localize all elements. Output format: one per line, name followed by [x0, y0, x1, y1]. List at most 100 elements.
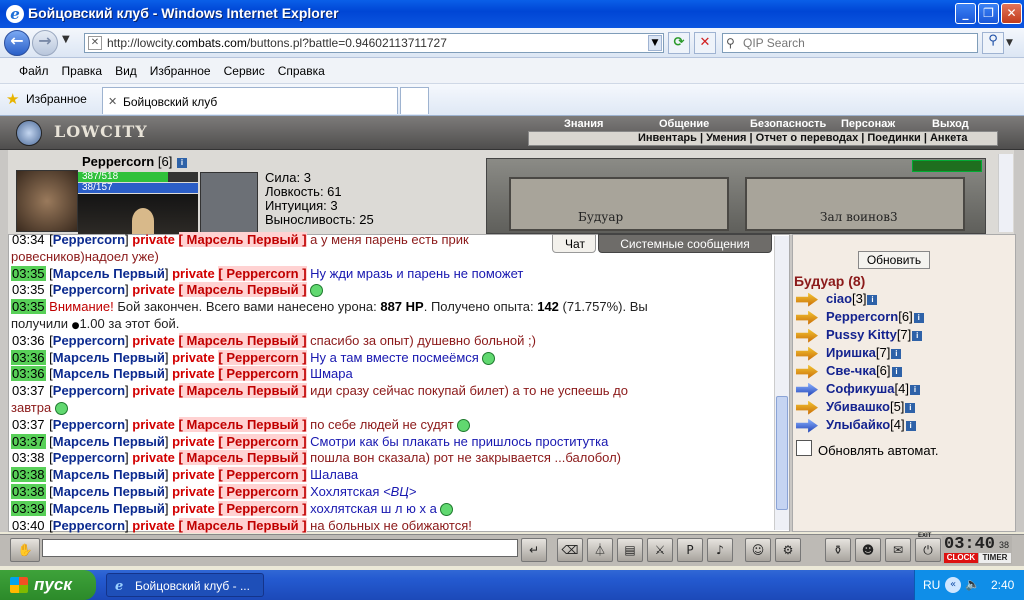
menu-favorites[interactable]: Избранное: [150, 64, 211, 78]
message-recipient[interactable]: [ Peppercorn ]: [218, 467, 307, 483]
save-log-icon[interactable]: ▤: [617, 538, 643, 562]
forward-button[interactable]: →: [32, 30, 58, 56]
game-menu-exit[interactable]: Выход: [932, 118, 969, 131]
maximize-button[interactable]: ❐: [978, 3, 999, 24]
user-arrow-icon[interactable]: [796, 328, 818, 343]
user-name[interactable]: ciao: [826, 291, 852, 306]
refresh-icon[interactable]: ⟳: [668, 32, 690, 54]
smiles-icon[interactable]: ☺: [745, 538, 771, 562]
menu-file[interactable]: Файл: [19, 64, 49, 78]
address-bar[interactable]: http://lowcity.combats.com/buttons.pl?ba…: [84, 33, 664, 53]
user-arrow-icon[interactable]: [796, 346, 818, 361]
message-sender[interactable]: Марсель Первый: [53, 501, 165, 516]
message-sender[interactable]: Марсель Первый: [53, 467, 165, 482]
message-sender[interactable]: Peppercorn: [53, 282, 125, 297]
message-recipient[interactable]: [ Peppercorn ]: [218, 349, 307, 365]
message-recipient[interactable]: [ Марсель Первый ]: [178, 517, 307, 533]
message-recipient[interactable]: [ Peppercorn ]: [218, 366, 307, 382]
start-button[interactable]: пуск: [0, 570, 96, 600]
message-recipient[interactable]: [ Peppercorn ]: [218, 265, 307, 281]
user-info-icon[interactable]: i: [909, 384, 920, 395]
user-list-item[interactable]: Софикуша[4] i: [796, 381, 920, 397]
friends-icon[interactable]: ✉: [885, 538, 911, 562]
address-dropdown-icon[interactable]: ▼: [648, 35, 662, 51]
character-icon[interactable]: ☻: [855, 538, 881, 562]
fight-icon[interactable]: ⚔: [647, 538, 673, 562]
search-go-button[interactable]: ⚲: [982, 32, 1004, 54]
user-list-item[interactable]: Све-чка[6] i: [796, 363, 902, 379]
user-arrow-icon[interactable]: [796, 364, 818, 379]
message-recipient[interactable]: [ Peppercorn ]: [218, 484, 307, 499]
message-recipient[interactable]: [ Марсель Первый ]: [178, 450, 307, 466]
message-sender[interactable]: Peppercorn: [53, 450, 125, 465]
chat-scrollbar[interactable]: [774, 236, 789, 530]
menu-tools[interactable]: Сервис: [224, 64, 265, 78]
tray-arrow-icon[interactable]: «: [945, 577, 961, 593]
message-sender[interactable]: Марсель Первый: [53, 266, 165, 281]
user-list-item[interactable]: Улыбайко[4] i: [796, 417, 916, 433]
message-sender[interactable]: Марсель Первый: [53, 366, 165, 381]
menu-edit[interactable]: Правка: [62, 64, 103, 78]
auto-refresh-checkbox[interactable]: [796, 440, 812, 456]
minimize-button[interactable]: _: [955, 3, 976, 24]
user-arrow-icon[interactable]: [796, 310, 818, 325]
message-sender[interactable]: Peppercorn: [53, 417, 125, 432]
scene-sign-boudoir[interactable]: Будуар: [578, 210, 623, 224]
back-button[interactable]: ←: [4, 30, 30, 56]
message-recipient[interactable]: [ Марсель Первый ]: [178, 232, 307, 247]
message-recipient[interactable]: [ Марсель Первый ]: [178, 282, 307, 298]
game-menu-character[interactable]: Персонаж: [841, 118, 895, 131]
stop-icon[interactable]: ✕: [694, 32, 716, 54]
message-recipient[interactable]: [ Марсель Первый ]: [178, 416, 307, 432]
message-recipient[interactable]: [ Марсель Первый ]: [178, 332, 307, 348]
message-sender[interactable]: Peppercorn: [53, 232, 125, 247]
history-dropdown-icon[interactable]: ▼: [62, 34, 70, 45]
user-arrow-icon[interactable]: [796, 400, 818, 415]
chat-message-input[interactable]: [42, 539, 518, 557]
user-info-icon[interactable]: i: [913, 312, 924, 323]
taskbar-item-ie[interactable]: e Бойцовский клуб - ...: [106, 573, 264, 597]
language-indicator[interactable]: RU: [923, 578, 940, 592]
user-name[interactable]: Pussy Kitty: [826, 327, 897, 342]
user-name[interactable]: Peppercorn: [826, 309, 898, 324]
translit-icon[interactable]: ♪: [707, 538, 733, 562]
user-info-icon[interactable]: i: [891, 366, 902, 377]
character-name[interactable]: Peppercorn [6] i: [82, 154, 187, 169]
user-arrow-icon[interactable]: [796, 418, 818, 433]
user-name[interactable]: Убивашко: [826, 399, 890, 414]
message-sender[interactable]: Марсель Первый: [53, 434, 165, 449]
user-info-icon[interactable]: i: [891, 348, 902, 359]
equipment-slots[interactable]: [200, 172, 258, 234]
info-scrollbar[interactable]: [998, 154, 1013, 232]
user-name[interactable]: Све-чка: [826, 363, 876, 378]
game-menu-knowledge[interactable]: Знания: [564, 118, 603, 131]
user-arrow-icon[interactable]: [796, 382, 818, 397]
search-options-icon[interactable]: ▼: [1006, 38, 1013, 48]
game-menu-security[interactable]: Безопасность: [750, 118, 826, 131]
menu-view[interactable]: Вид: [115, 64, 137, 78]
chat-scroll-thumb[interactable]: [776, 396, 788, 510]
user-info-icon[interactable]: i: [905, 420, 916, 431]
message-sender[interactable]: Peppercorn: [53, 333, 125, 348]
character-avatar[interactable]: [78, 194, 198, 234]
message-sender[interactable]: Peppercorn: [53, 383, 125, 398]
user-list-item[interactable]: ciao[3] i: [796, 291, 878, 307]
user-info-icon[interactable]: i: [912, 330, 923, 341]
helmet-slot[interactable]: [16, 170, 78, 232]
private-icon[interactable]: P: [677, 538, 703, 562]
user-name[interactable]: Софикуша: [826, 381, 895, 396]
settings-icon[interactable]: ⚙: [775, 538, 801, 562]
game-submenu[interactable]: Инвентарь | Умения | Отчет о переводах |…: [638, 132, 968, 145]
user-list-item[interactable]: Pussy Kitty[7] i: [796, 327, 923, 343]
user-name[interactable]: Иришка: [826, 345, 876, 360]
tab-system-messages[interactable]: Системные сообщения: [598, 234, 772, 253]
exit-game-icon[interactable]: EXIT ⏻: [915, 533, 941, 562]
inventory-icon[interactable]: ⚱: [825, 538, 851, 562]
volume-icon[interactable]: 🔈: [965, 577, 980, 591]
scene-sign-hall[interactable]: Зал воинов3: [820, 210, 898, 224]
refresh-button[interactable]: Обновить: [858, 251, 930, 269]
message-recipient[interactable]: [ Peppercorn ]: [218, 433, 307, 449]
location-scene[interactable]: [486, 158, 986, 234]
browser-tab-active[interactable]: ✕ Бойцовский клуб: [102, 87, 398, 114]
chat-sound-icon[interactable]: ✋: [10, 538, 40, 562]
